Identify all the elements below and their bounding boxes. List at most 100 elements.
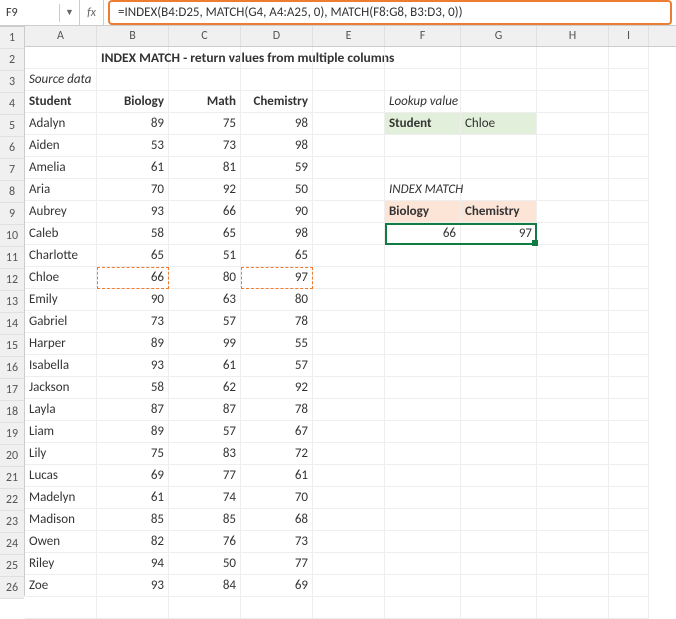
row-header[interactable]: 14 <box>0 313 24 335</box>
result-header-chemistry[interactable]: Chemistry <box>461 201 537 223</box>
row-header[interactable]: 4 <box>0 93 24 115</box>
cell-student[interactable]: Lucas <box>25 465 97 487</box>
cell-chemistry[interactable]: 92 <box>241 377 313 399</box>
column-header[interactable]: D <box>241 26 313 46</box>
cell-student[interactable]: Harper <box>25 333 97 355</box>
cell-biology[interactable]: 93 <box>97 355 169 377</box>
row-header[interactable]: 16 <box>0 357 24 379</box>
cell[interactable] <box>537 157 609 179</box>
cell[interactable] <box>461 443 537 465</box>
row-header[interactable]: 2 <box>0 49 24 71</box>
cell[interactable] <box>313 223 385 245</box>
cell[interactable] <box>609 531 649 553</box>
lookup-header-student[interactable]: Student <box>385 113 461 135</box>
cell[interactable] <box>609 421 649 443</box>
cell[interactable] <box>385 311 461 333</box>
cell[interactable] <box>313 201 385 223</box>
row-header[interactable]: 10 <box>0 225 24 247</box>
cell[interactable] <box>385 245 461 267</box>
cell[interactable] <box>461 465 537 487</box>
result-chemistry[interactable]: 97 <box>461 223 537 245</box>
cell-math[interactable]: 51 <box>169 245 241 267</box>
lookup-value[interactable]: Chloe <box>461 113 537 135</box>
cell-chemistry[interactable]: 78 <box>241 399 313 421</box>
cell-student[interactable]: Adalyn <box>25 113 97 135</box>
cell[interactable] <box>313 267 385 289</box>
cell-biology[interactable]: 73 <box>97 311 169 333</box>
cell-math[interactable]: 66 <box>169 201 241 223</box>
cell-chemistry[interactable]: 57 <box>241 355 313 377</box>
cell[interactable] <box>609 575 649 597</box>
cell[interactable] <box>385 421 461 443</box>
cell-biology[interactable]: 70 <box>97 179 169 201</box>
cell-chemistry[interactable]: 97 <box>241 267 313 289</box>
cell[interactable] <box>313 113 385 135</box>
row-header[interactable]: 11 <box>0 247 24 269</box>
cell-chemistry[interactable]: 78 <box>241 311 313 333</box>
cell[interactable] <box>609 135 649 157</box>
row-header[interactable]: 6 <box>0 137 24 159</box>
cell-student[interactable]: Isabella <box>25 355 97 377</box>
cell-math[interactable]: 62 <box>169 377 241 399</box>
cell[interactable] <box>313 399 385 421</box>
cell[interactable] <box>537 465 609 487</box>
cell[interactable] <box>313 157 385 179</box>
cell[interactable] <box>461 245 537 267</box>
cell[interactable] <box>313 553 385 575</box>
cell[interactable] <box>537 509 609 531</box>
cell[interactable] <box>609 553 649 575</box>
cell[interactable] <box>609 443 649 465</box>
row-header[interactable]: 18 <box>0 401 24 423</box>
cell[interactable] <box>385 333 461 355</box>
cell[interactable] <box>313 575 385 597</box>
cell-student[interactable]: Aiden <box>25 135 97 157</box>
cell-student[interactable]: Aria <box>25 179 97 201</box>
cell[interactable] <box>313 333 385 355</box>
cell[interactable] <box>385 289 461 311</box>
cell[interactable] <box>313 421 385 443</box>
cell[interactable] <box>537 223 609 245</box>
cell[interactable] <box>609 245 649 267</box>
cell[interactable] <box>385 465 461 487</box>
cell[interactable] <box>461 333 537 355</box>
cell-student[interactable]: Madelyn <box>25 487 97 509</box>
row-header[interactable]: 9 <box>0 203 24 225</box>
cell[interactable] <box>461 179 537 201</box>
row-header[interactable]: 12 <box>0 269 24 291</box>
cell-math[interactable]: 61 <box>169 355 241 377</box>
cell-chemistry[interactable]: 98 <box>241 113 313 135</box>
cell-biology[interactable]: 90 <box>97 289 169 311</box>
cell-biology[interactable]: 58 <box>97 223 169 245</box>
cell-math[interactable]: 57 <box>169 311 241 333</box>
cell[interactable] <box>537 421 609 443</box>
cell[interactable] <box>313 311 385 333</box>
cell[interactable] <box>461 553 537 575</box>
cell[interactable] <box>385 355 461 377</box>
column-header[interactable]: E <box>313 26 385 46</box>
cell[interactable] <box>537 399 609 421</box>
cell-student[interactable]: Liam <box>25 421 97 443</box>
cell[interactable] <box>385 157 461 179</box>
cell-math[interactable]: 74 <box>169 487 241 509</box>
formula-input[interactable]: =INDEX(B4:D25, MATCH(G4, A4:A25, 0), MAT… <box>108 0 672 25</box>
cell[interactable] <box>537 377 609 399</box>
name-box[interactable]: F9 <box>0 4 60 22</box>
cell[interactable] <box>609 509 649 531</box>
cell-biology[interactable]: 53 <box>97 135 169 157</box>
cell-student[interactable]: Aubrey <box>25 201 97 223</box>
cell-math[interactable]: 87 <box>169 399 241 421</box>
cell-biology[interactable]: 61 <box>97 157 169 179</box>
cell[interactable] <box>609 487 649 509</box>
cell[interactable] <box>313 487 385 509</box>
cell[interactable] <box>461 531 537 553</box>
cell[interactable] <box>537 487 609 509</box>
cell-student[interactable]: Riley <box>25 553 97 575</box>
cell[interactable] <box>537 135 609 157</box>
cell-math[interactable]: 50 <box>169 553 241 575</box>
cell-math[interactable]: 84 <box>169 575 241 597</box>
cell[interactable] <box>537 311 609 333</box>
row-header[interactable]: 19 <box>0 423 24 445</box>
cell[interactable] <box>385 135 461 157</box>
cell-math[interactable]: 99 <box>169 333 241 355</box>
cell-math[interactable]: 81 <box>169 157 241 179</box>
